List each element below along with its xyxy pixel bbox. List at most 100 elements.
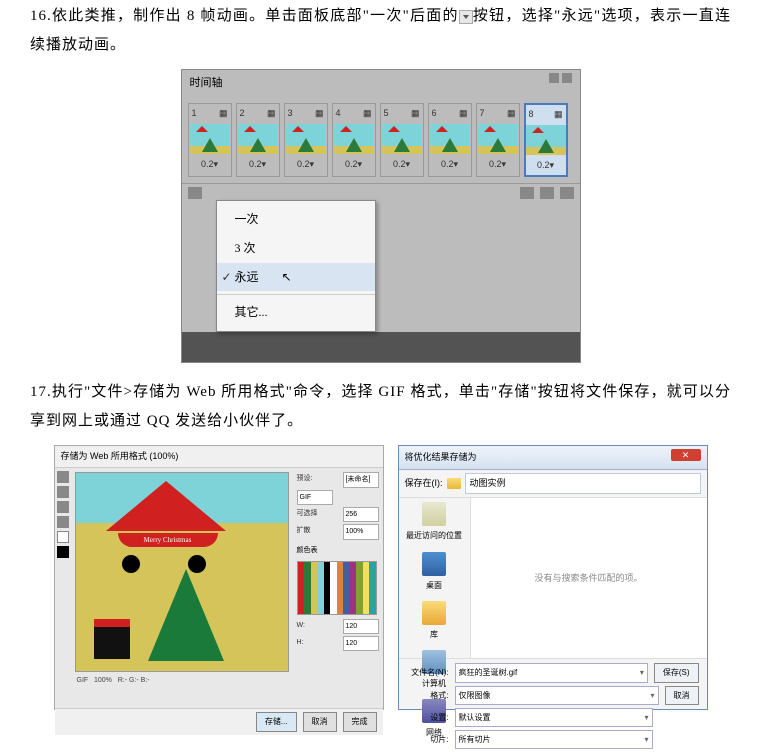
frame-thumb: [430, 124, 470, 154]
frame-delay[interactable]: 0.2▾: [189, 155, 231, 174]
dither-label: 可选择: [297, 507, 318, 522]
frame-num: 1: [192, 105, 197, 122]
sfw-save-button[interactable]: 存储...: [256, 712, 297, 731]
tween-icon[interactable]: [520, 187, 534, 199]
hand-tool-icon[interactable]: [57, 471, 69, 483]
width-label: W:: [297, 619, 305, 634]
preset-select[interactable]: [未命名]: [343, 472, 379, 487]
recent-label: 最近访问的位置: [406, 528, 462, 543]
preset-label: 预设:: [297, 472, 313, 487]
sidebar-recent[interactable]: 最近访问的位置: [403, 502, 466, 543]
frame-delay[interactable]: 0.2▾: [526, 156, 566, 175]
frames-row: 1▦ 0.2▾ 2▦ 0.2▾ 3▦ 0.2▾ 4▦ 0.2▾ 5▦ 0.2▾ …: [182, 97, 580, 183]
recent-icon: [422, 502, 446, 526]
sfw-done-button[interactable]: 完成: [343, 712, 377, 731]
panel-menu-icon[interactable]: [562, 73, 572, 83]
frame-delay[interactable]: 0.2▾: [285, 155, 327, 174]
frame-num: 4: [336, 105, 341, 122]
frame-4[interactable]: 4 ▦ 0.2▾: [332, 103, 376, 177]
colors-field[interactable]: 256: [343, 507, 379, 522]
frame-thumb: [382, 124, 422, 154]
win-sidebar: 最近访问的位置 桌面 库 计算机 网络: [399, 498, 471, 658]
frame-thumb: [286, 124, 326, 154]
frame-delay[interactable]: 0.2▾: [381, 155, 423, 174]
height-label: H:: [297, 636, 304, 651]
slice-tool-icon[interactable]: [57, 486, 69, 498]
eyedropper-tool-icon[interactable]: [57, 516, 69, 528]
save-button[interactable]: 保存(S): [654, 663, 699, 682]
frame-6[interactable]: 6▦ 0.2▾: [428, 103, 472, 177]
step16-text1: 16.依此类推，制作出 8 帧动画。单击面板底部"一次"后面的: [30, 8, 459, 24]
color-table[interactable]: [297, 561, 377, 615]
format-select[interactable]: 仅限图像: [455, 686, 659, 705]
sfw-preview: Merry Christmas GIF 100% R:- G:- B:-: [71, 468, 293, 708]
width-field[interactable]: 120: [343, 619, 379, 634]
cancel-button[interactable]: 取消: [665, 686, 699, 705]
sidebar-library[interactable]: 库: [403, 601, 466, 642]
win-location-bar: 保存在(I): 动图实例: [399, 470, 707, 498]
color-swatch-black[interactable]: [57, 546, 69, 558]
new-frame-icon[interactable]: [540, 187, 554, 199]
frame-thumb: [190, 124, 230, 154]
menu-other[interactable]: 其它...: [217, 298, 375, 327]
menu-separator: [217, 294, 375, 295]
frame-menu-icon: ▦: [554, 106, 563, 123]
frame-3[interactable]: 3 ▦ 0.2▾: [284, 103, 328, 177]
library-label: 库: [430, 627, 438, 642]
filename-input[interactable]: 疯狂的圣诞树.gif: [455, 663, 648, 682]
timeline-bottom-bg: [182, 332, 580, 362]
frame-menu-icon: ▦: [315, 105, 324, 122]
sfw-info: GIF 100% R:- G:- B:-: [75, 672, 289, 689]
dither-field[interactable]: 100%: [343, 524, 379, 539]
sfw-cancel-button[interactable]: 取消: [303, 712, 337, 731]
settings-label: 设置:: [407, 710, 449, 725]
frame-1[interactable]: 1▦ 0.2▾: [188, 103, 232, 177]
color-swatch[interactable]: [57, 531, 69, 543]
frame-delay[interactable]: 0.2▾: [237, 155, 279, 174]
win-body: 最近访问的位置 桌面 库 计算机 网络: [399, 498, 707, 658]
menu-once[interactable]: 一次: [217, 205, 375, 234]
settings-select[interactable]: 默认设置: [455, 708, 653, 727]
slices-select[interactable]: 所有切片: [455, 730, 653, 749]
zoom-tool-icon[interactable]: [57, 501, 69, 513]
save-file-dialog: 将优化结果存储为 ✕ 保存在(I): 动图实例 最近访问的位置 桌面 库: [398, 445, 708, 710]
sidebar-desktop[interactable]: 桌面: [403, 552, 466, 593]
timeline-panel: 时间轴 1▦ 0.2▾ 2▦ 0.2▾ 3▦ 0.2▾ 4▦ 0.2▾ 5▦: [181, 69, 581, 363]
frame-8-selected[interactable]: 8 ▦ 0.2▾: [524, 103, 568, 177]
frame-delay[interactable]: 0.2▾: [429, 155, 471, 174]
color-table-label: 颜色表: [297, 544, 379, 557]
file-list-area[interactable]: 没有与搜索条件匹配的项。: [471, 498, 707, 658]
frame-menu-icon: ▦: [507, 105, 516, 122]
frame-menu-icon: ▦: [363, 105, 372, 122]
height-field[interactable]: 120: [343, 636, 379, 651]
frame-delay[interactable]: 0.2▾: [333, 155, 375, 174]
format-label: 格式:: [407, 688, 449, 703]
frame-thumb: [478, 124, 518, 154]
frame-5[interactable]: 5 ▦ 0.2▾: [380, 103, 424, 177]
timeline-header: 时间轴: [182, 70, 580, 97]
save-for-web-dialog: 存储为 Web 所用格式 (100%) Merry Christmas: [54, 445, 384, 710]
frame-num: 6: [432, 105, 437, 122]
frame-2[interactable]: 2▦ 0.2▾: [236, 103, 280, 177]
sfw-tools: [55, 468, 71, 708]
path-select[interactable]: 动图实例: [465, 473, 701, 494]
frame-delay[interactable]: 0.2▾: [477, 155, 519, 174]
delete-frame-icon[interactable]: [560, 187, 574, 199]
win-title-text: 将优化结果存储为: [405, 449, 477, 466]
frame-num: 5: [384, 105, 389, 122]
frame-menu-icon: ▦: [411, 105, 420, 122]
frame-7[interactable]: 7▦ 0.2▾: [476, 103, 520, 177]
panel-collapse-icon[interactable]: [549, 73, 559, 83]
close-button[interactable]: ✕: [671, 449, 701, 461]
loop-button[interactable]: [188, 187, 202, 199]
folder-icon: [447, 478, 461, 489]
step17-paragraph: 17.执行"文件>存储为 Web 所用格式"命令，选择 GIF 格式，单击"存储…: [30, 378, 731, 435]
menu-three[interactable]: 3 次: [217, 234, 375, 263]
frame-num: 8: [529, 106, 534, 123]
frame-num: 3: [288, 105, 293, 122]
menu-forever[interactable]: ✓ 永远 ↖: [217, 263, 375, 292]
frame-thumb: [334, 124, 374, 154]
format-select[interactable]: GIF: [297, 490, 333, 505]
empty-message: 没有与搜索条件匹配的项。: [534, 570, 642, 587]
desktop-icon: [422, 552, 446, 576]
